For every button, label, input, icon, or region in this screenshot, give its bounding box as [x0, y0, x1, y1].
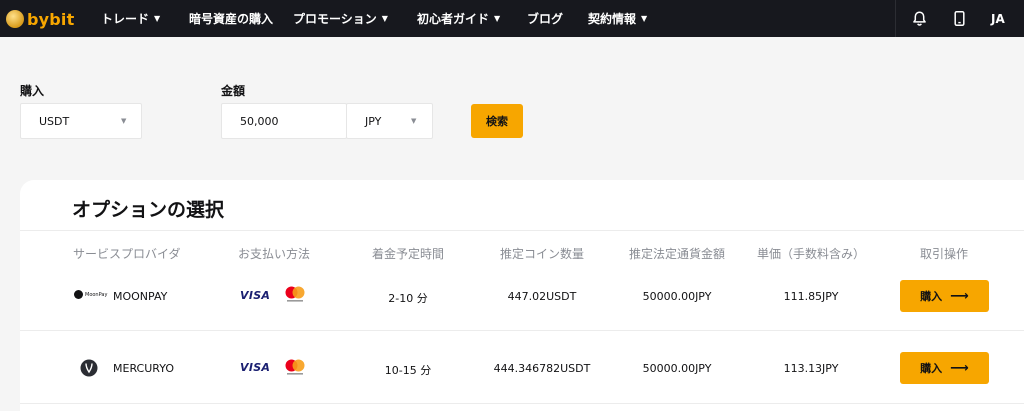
nav-blog-label: ブログ — [527, 12, 564, 26]
fiat-currency-value: JPY — [365, 114, 382, 128]
nav-trade[interactable]: トレード ▼ — [101, 0, 160, 37]
column-header-coins: 推定コイン数量 — [499, 247, 585, 261]
top-navigation-bar: bybit トレード ▼ 暗号資産の購入 プロモーション ▼ 初心者ガイド ▼ ブログ… — [0, 0, 1024, 37]
arrival-time: 10-15 分 — [384, 364, 432, 377]
mobile-icon[interactable] — [951, 10, 968, 27]
bell-icon[interactable] — [911, 10, 928, 27]
mercuryo-logo-icon — [80, 359, 98, 377]
options-title: オプションの選択 — [72, 199, 225, 221]
arrival-time: 2-10 分 — [388, 292, 428, 305]
moonpay-logo-text: MoonPay — [85, 291, 108, 298]
buy-currency-select[interactable]: USDT ▼ — [20, 103, 142, 139]
unit-price: 111.85JPY — [783, 290, 839, 303]
moonpay-logo-icon: MoonPay — [74, 290, 107, 299]
mastercard-icon — [285, 286, 305, 302]
header-divider — [20, 230, 1024, 231]
buy-button-mercuryo[interactable]: 購入 ⟶ — [900, 352, 989, 384]
amount-input[interactable]: 50,000 — [221, 103, 347, 139]
visa-icon: VISA — [240, 361, 271, 374]
column-header-action: 取引操作 — [919, 247, 969, 261]
chevron-down-icon: ▼ — [494, 14, 501, 23]
estimated-coins: 444.346782USDT — [493, 362, 591, 375]
nav-promotion[interactable]: プロモーション ▼ — [293, 0, 388, 37]
chevron-down-icon: ▼ — [154, 14, 161, 23]
arrow-right-icon: ⟶ — [950, 360, 969, 376]
row-divider — [20, 330, 1024, 331]
chevron-down-icon: ▼ — [411, 117, 417, 125]
nav-buy-crypto-label: 暗号資産の購入 — [189, 12, 274, 26]
logo-text: bybit — [27, 9, 75, 29]
estimated-coins: 447.02USDT — [507, 290, 577, 303]
provider-name: MOONPAY — [113, 290, 168, 303]
fiat-currency-select[interactable]: JPY ▼ — [346, 103, 433, 139]
nav-blog[interactable]: ブログ — [527, 0, 563, 37]
mastercard-icon — [285, 359, 305, 375]
buy-button-label: 購入 — [920, 362, 943, 375]
bybit-coin-icon — [6, 10, 24, 28]
buy-currency-value: USDT — [39, 114, 70, 128]
row-divider — [20, 403, 1024, 404]
language-selector[interactable]: JA — [991, 0, 1005, 37]
nav-promotion-label: プロモーション — [293, 12, 377, 26]
nav-buy-crypto[interactable]: 暗号資産の購入 — [189, 0, 273, 37]
column-header-payment: お支払い方法 — [237, 247, 311, 261]
visa-icon: VISA — [240, 289, 271, 302]
buy-label: 購入 — [20, 84, 45, 98]
column-header-price: 単価（手数料含み） — [756, 247, 866, 261]
nav-contract-info-label: 契約情報 — [588, 12, 637, 26]
nav-beginner-guide[interactable]: 初心者ガイド ▼ — [417, 0, 500, 37]
bybit-logo[interactable]: bybit — [6, 8, 74, 30]
search-button[interactable]: 検索 — [471, 104, 523, 138]
estimated-fiat: 50000.00JPY — [642, 290, 712, 303]
nav-trade-label: トレード — [101, 12, 150, 26]
provider-name: MERCURYO — [113, 362, 174, 375]
chevron-down-icon: ▼ — [641, 14, 648, 23]
column-header-time: 着金予定時間 — [371, 247, 445, 261]
chevron-down-icon: ▼ — [381, 14, 388, 23]
buy-button-label: 購入 — [920, 290, 943, 303]
column-header-fiat: 推定法定通貨金額 — [628, 247, 726, 261]
arrow-right-icon: ⟶ — [950, 288, 969, 304]
chevron-down-icon: ▼ — [121, 117, 127, 125]
nav-contract-info[interactable]: 契約情報 ▼ — [588, 0, 647, 37]
nav-beginner-guide-label: 初心者ガイド — [417, 12, 490, 26]
moonpay-dot — [74, 290, 83, 299]
amount-value: 50,000 — [240, 114, 279, 128]
buy-button-moonpay[interactable]: 購入 ⟶ — [900, 280, 989, 312]
column-header-provider: サービスプロバイダ — [73, 247, 181, 261]
amount-label: 金額 — [221, 84, 246, 98]
unit-price: 113.13JPY — [783, 362, 839, 375]
estimated-fiat: 50000.00JPY — [642, 362, 712, 375]
header-divider — [895, 0, 896, 37]
